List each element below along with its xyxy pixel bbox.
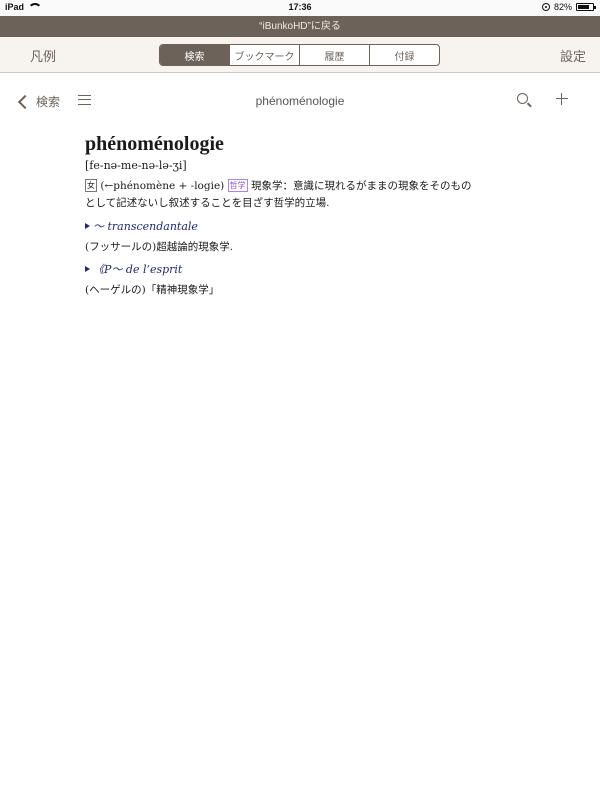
definition-text-1: 現象学：意識に現れるがままの現象をそのもの [250,180,472,192]
battery-percent: 82% [553,2,572,12]
legend-button[interactable]: 凡例 [30,46,56,65]
page-title: phénoménologie [255,94,345,108]
battery-fill [578,5,589,9]
part-of-speech-badge: 女 [85,179,97,192]
subentry-head-text: ～ transcendantale [93,220,198,233]
orientation-lock-icon [541,3,550,11]
search-icon[interactable] [517,93,528,104]
return-to-app-banner[interactable]: “iBunkoHD”に戻る [0,16,600,37]
sub-nav: 検索 phénoménologie [0,73,600,125]
status-right: 82% [541,2,596,12]
subentry-head[interactable]: 《P～ de l’esprit [85,262,525,278]
triangle-bullet-icon [85,223,90,229]
subentry-head-text: 《P～ de l’esprit [93,263,183,276]
definition-text-2: として記述ないし叙述することを目ざす哲学的立場. [85,197,330,209]
battery-icon [576,3,596,11]
segment-bookmark[interactable]: ブックマーク [229,45,299,65]
status-time: 17:36 [288,2,312,12]
field-badge: 哲学 [227,179,248,192]
top-bar: 凡例 検索 ブックマーク 履歴 付録 設定 [0,37,600,73]
segmented-control: 検索 ブックマーク 履歴 付録 [159,44,440,66]
settings-button[interactable]: 設定 [560,46,586,65]
etymology: (←phénomène + -logie) [100,180,225,192]
status-bar: iPad 17:36 82% [0,0,600,16]
triangle-bullet-icon [85,266,90,272]
pronunciation: [fe-nə-me-nə-lə-ʒi] [85,159,187,172]
subentry-definition: (ヘーゲルの)「精神現象学」 [85,284,220,296]
subentry-definition: (フッサールの)超越論的現象学. [85,241,234,253]
segment-history[interactable]: 履歴 [299,45,369,65]
add-icon[interactable] [556,93,568,105]
definition: 女 (←phénomène + -logie) 哲学 現象学：意識に現れるがまま… [85,178,525,212]
subentry-head[interactable]: ～ transcendantale [85,219,525,235]
dictionary-entry: phénoménologie [fe-nə-me-nə-lə-ʒi] 女 (←p… [85,131,525,298]
segment-search[interactable]: 検索 [160,45,229,65]
segment-appendix[interactable]: 付録 [369,45,439,65]
headword: phénoménologie [85,133,224,155]
